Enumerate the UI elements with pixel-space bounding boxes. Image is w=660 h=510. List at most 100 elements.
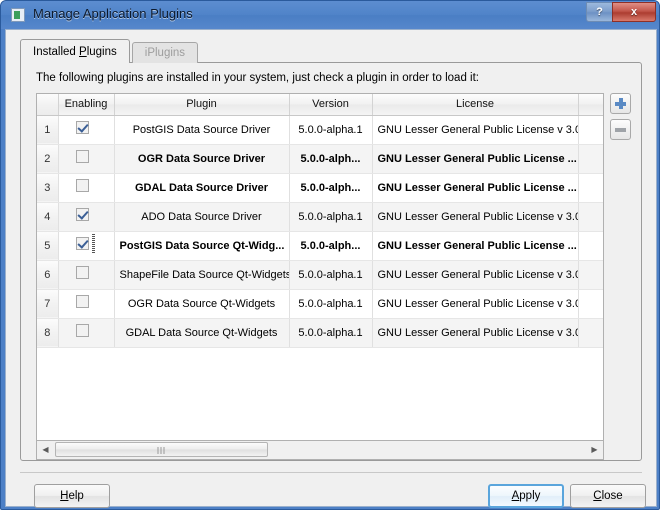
- cell-category[interactable]: Dat: [578, 289, 603, 319]
- cell-plugin-name[interactable]: GDAL Data Source Driver: [114, 173, 290, 203]
- cell-plugin-name[interactable]: OGR Data Source Driver: [114, 144, 290, 174]
- cell-enabling[interactable]: [58, 144, 115, 174]
- cell-category[interactable]: Dat: [578, 202, 603, 232]
- checkbox-checked-icon[interactable]: [76, 237, 89, 250]
- cell-enabling[interactable]: [58, 202, 115, 232]
- enable-checkbox-wrapper[interactable]: [72, 234, 100, 254]
- row-number: 2: [37, 144, 59, 174]
- cell-version[interactable]: 5.0.0-alph...: [289, 144, 373, 174]
- close-window-button[interactable]: x: [612, 2, 656, 22]
- apply-button-label: Apply: [511, 490, 541, 502]
- cell-license[interactable]: GNU Lesser General Public License v 3.0: [372, 115, 579, 145]
- enable-checkbox-wrapper[interactable]: [72, 266, 100, 280]
- table-row[interactable]: 1 PostGIS Data Source Driver 5.0.0-alpha.1…: [37, 115, 603, 145]
- cell-enabling[interactable]: [58, 289, 115, 319]
- cell-plugin-name[interactable]: ADO Data Source Driver: [114, 202, 290, 232]
- column-header-category[interactable]: Ca: [578, 94, 603, 116]
- table-row[interactable]: 3 GDAL Data Source Driver 5.0.0-alph... GNU…: [37, 173, 603, 203]
- cell-license[interactable]: GNU Lesser General Public License v 3.0: [372, 289, 579, 319]
- help-button-label: Help: [60, 490, 84, 502]
- remove-plugin-button[interactable]: [610, 119, 631, 140]
- checkbox-checked-icon[interactable]: [76, 121, 89, 134]
- help-button[interactable]: Help: [34, 484, 110, 508]
- tab-installed-plugins-label: Installed Plugins: [33, 45, 117, 58]
- checkbox-unchecked-icon[interactable]: [76, 179, 89, 192]
- enable-checkbox-wrapper[interactable]: [72, 295, 100, 309]
- enable-checkbox-wrapper[interactable]: [72, 324, 100, 338]
- cell-plugin-name[interactable]: GDAL Data Source Qt-Widgets: [114, 318, 290, 348]
- row-number: 7: [37, 289, 59, 319]
- scroll-left-arrow-icon[interactable]: ◀: [37, 441, 54, 458]
- checkbox-unchecked-icon[interactable]: [76, 324, 89, 337]
- scroll-right-arrow-icon[interactable]: ▶: [586, 441, 603, 458]
- cell-version[interactable]: 5.0.0-alpha.1: [289, 289, 373, 319]
- cell-enabling[interactable]: [58, 115, 115, 145]
- enable-checkbox-wrapper[interactable]: [72, 208, 100, 222]
- cell-enabling[interactable]: [58, 260, 115, 290]
- cell-license[interactable]: GNU Lesser General Public License ...: [372, 173, 579, 203]
- cell-version[interactable]: 5.0.0-alpha.1: [289, 318, 373, 348]
- cell-plugin-name[interactable]: PostGIS Data Source Driver: [114, 115, 290, 145]
- close-button[interactable]: Close: [570, 484, 646, 508]
- cell-version[interactable]: 5.0.0-alpha.1: [289, 115, 373, 145]
- scrollbar-grip-icon: [157, 447, 166, 454]
- cell-category[interactable]: Dat: [578, 260, 603, 290]
- cell-plugin-name[interactable]: ShapeFile Data Source Qt-Widgets: [114, 260, 290, 290]
- tab-iplugins[interactable]: iPlugins: [131, 42, 199, 63]
- cell-enabling[interactable]: [58, 173, 115, 203]
- table-row[interactable]: 4 ADO Data Source Driver 5.0.0-alpha.1 GNU …: [37, 202, 603, 232]
- checkbox-unchecked-icon[interactable]: [76, 266, 89, 279]
- cell-plugin-name[interactable]: OGR Data Source Qt-Widgets: [114, 289, 290, 319]
- window-title: Manage Application Plugins: [33, 6, 193, 21]
- instruction-text: The following plugins are installed in y…: [36, 72, 479, 84]
- column-header-version[interactable]: Version: [289, 94, 373, 116]
- row-number: 6: [37, 260, 59, 290]
- column-header-license[interactable]: License: [372, 94, 579, 116]
- table-row[interactable]: 6 ShapeFile Data Source Qt-Widgets 5.0.0-a…: [37, 260, 603, 290]
- cell-version[interactable]: 5.0.0-alph...: [289, 231, 373, 261]
- tab-installed-plugins[interactable]: Installed Plugins: [20, 39, 130, 63]
- close-button-label: Close: [593, 490, 623, 502]
- table-row[interactable]: 2 OGR Data Source Driver 5.0.0-alph... GNU …: [37, 144, 603, 174]
- cell-category[interactable]: Dat: [578, 144, 603, 174]
- apply-button[interactable]: Apply: [488, 484, 564, 508]
- table-row[interactable]: 7 OGR Data Source Qt-Widgets 5.0.0-alpha.1…: [37, 289, 603, 319]
- cell-license[interactable]: GNU Lesser General Public License ...: [372, 144, 579, 174]
- row-number: 1: [37, 115, 59, 145]
- enable-checkbox-wrapper[interactable]: [72, 179, 100, 193]
- column-header-plugin[interactable]: Plugin: [114, 94, 290, 116]
- cell-plugin-name[interactable]: PostGIS Data Source Qt-Widg...: [114, 231, 290, 261]
- table-row[interactable]: 8 GDAL Data Source Qt-Widgets 5.0.0-alpha.…: [37, 318, 603, 348]
- add-plugin-button[interactable]: [610, 93, 631, 114]
- cell-category[interactable]: Dat: [578, 231, 603, 261]
- focus-indicator: [92, 234, 95, 254]
- column-header-enabling[interactable]: Enabling: [58, 94, 115, 116]
- cell-category[interactable]: Dat: [578, 318, 603, 348]
- tab-active-mask: [21, 62, 116, 64]
- row-number: 8: [37, 318, 59, 348]
- checkbox-unchecked-icon[interactable]: [76, 150, 89, 163]
- cell-category[interactable]: Dat: [578, 115, 603, 145]
- cell-version[interactable]: 5.0.0-alpha.1: [289, 202, 373, 232]
- cell-category[interactable]: Dat: [578, 173, 603, 203]
- cell-enabling[interactable]: [58, 231, 115, 261]
- table-row[interactable]: 5 PostGIS Data Source Qt-Widg... 5.0.0-alp…: [37, 231, 603, 261]
- cell-version[interactable]: 5.0.0-alph...: [289, 173, 373, 203]
- checkbox-checked-icon[interactable]: [76, 208, 89, 221]
- enable-checkbox-wrapper[interactable]: [72, 150, 100, 164]
- enable-checkbox-wrapper[interactable]: [72, 121, 100, 135]
- table-horizontal-scrollbar[interactable]: ◀ ▶: [36, 441, 604, 460]
- cell-version[interactable]: 5.0.0-alpha.1: [289, 260, 373, 290]
- tab-iplugins-label: iPlugins: [144, 47, 186, 59]
- cell-license[interactable]: GNU Lesser General Public License v 3.0: [372, 202, 579, 232]
- window-titlebar[interactable]: Manage Application Plugins ? x: [1, 1, 659, 29]
- help-window-button[interactable]: ?: [586, 2, 613, 22]
- cell-license[interactable]: GNU Lesser General Public License v 3.0: [372, 260, 579, 290]
- cell-license[interactable]: GNU Lesser General Public License ...: [372, 231, 579, 261]
- plugins-table-container[interactable]: Enabling Plugin Version License Ca 1 Post…: [36, 93, 604, 441]
- cell-license[interactable]: GNU Lesser General Public License v 3.0: [372, 318, 579, 348]
- cell-enabling[interactable]: [58, 318, 115, 348]
- checkbox-unchecked-icon[interactable]: [76, 295, 89, 308]
- application-icon: [11, 8, 25, 22]
- scrollbar-thumb[interactable]: [55, 442, 268, 457]
